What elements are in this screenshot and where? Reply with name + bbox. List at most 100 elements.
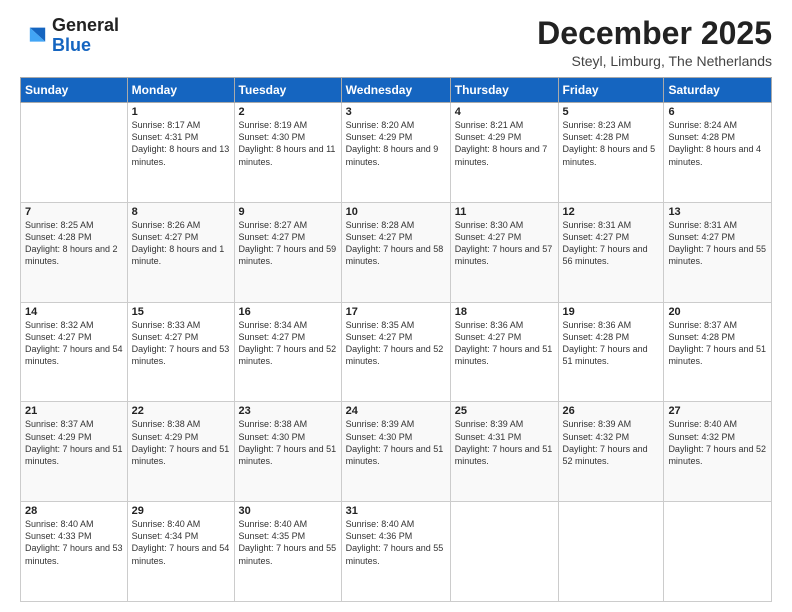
day-info: Sunrise: 8:31 AMSunset: 4:27 PMDaylight:… (668, 219, 767, 268)
day-info: Sunrise: 8:26 AMSunset: 4:27 PMDaylight:… (132, 219, 230, 268)
day-number: 7 (25, 206, 123, 218)
col-friday: Friday (558, 78, 664, 103)
day-number: 12 (563, 206, 660, 218)
calendar-cell: 31Sunrise: 8:40 AMSunset: 4:36 PMDayligh… (341, 502, 450, 602)
col-thursday: Thursday (450, 78, 558, 103)
day-number: 1 (132, 106, 230, 118)
calendar-cell: 23Sunrise: 8:38 AMSunset: 4:30 PMDayligh… (234, 402, 341, 502)
day-info: Sunrise: 8:40 AMSunset: 4:36 PMDaylight:… (346, 518, 446, 567)
day-number: 23 (239, 405, 337, 417)
day-info: Sunrise: 8:17 AMSunset: 4:31 PMDaylight:… (132, 119, 230, 168)
logo-general: General (52, 15, 119, 35)
calendar-cell: 18Sunrise: 8:36 AMSunset: 4:27 PMDayligh… (450, 302, 558, 402)
day-info: Sunrise: 8:34 AMSunset: 4:27 PMDaylight:… (239, 319, 337, 368)
calendar-cell: 15Sunrise: 8:33 AMSunset: 4:27 PMDayligh… (127, 302, 234, 402)
page-header: General Blue December 2025 Steyl, Limbur… (20, 16, 772, 69)
day-info: Sunrise: 8:31 AMSunset: 4:27 PMDaylight:… (563, 219, 660, 268)
day-info: Sunrise: 8:36 AMSunset: 4:28 PMDaylight:… (563, 319, 660, 368)
calendar-week-row: 28Sunrise: 8:40 AMSunset: 4:33 PMDayligh… (21, 502, 772, 602)
day-info: Sunrise: 8:40 AMSunset: 4:34 PMDaylight:… (132, 518, 230, 567)
day-number: 9 (239, 206, 337, 218)
day-number: 30 (239, 505, 337, 517)
day-info: Sunrise: 8:33 AMSunset: 4:27 PMDaylight:… (132, 319, 230, 368)
day-number: 21 (25, 405, 123, 417)
calendar-cell: 21Sunrise: 8:37 AMSunset: 4:29 PMDayligh… (21, 402, 128, 502)
calendar-cell: 12Sunrise: 8:31 AMSunset: 4:27 PMDayligh… (558, 202, 664, 302)
col-sunday: Sunday (21, 78, 128, 103)
calendar-cell: 26Sunrise: 8:39 AMSunset: 4:32 PMDayligh… (558, 402, 664, 502)
day-number: 19 (563, 306, 660, 318)
day-number: 22 (132, 405, 230, 417)
day-number: 29 (132, 505, 230, 517)
title-block: December 2025 Steyl, Limburg, The Nether… (537, 16, 772, 69)
day-number: 8 (132, 206, 230, 218)
calendar-cell: 13Sunrise: 8:31 AMSunset: 4:27 PMDayligh… (664, 202, 772, 302)
calendar-week-row: 14Sunrise: 8:32 AMSunset: 4:27 PMDayligh… (21, 302, 772, 402)
calendar-table: Sunday Monday Tuesday Wednesday Thursday… (20, 77, 772, 602)
day-info: Sunrise: 8:40 AMSunset: 4:32 PMDaylight:… (668, 418, 767, 467)
day-info: Sunrise: 8:35 AMSunset: 4:27 PMDaylight:… (346, 319, 446, 368)
col-saturday: Saturday (664, 78, 772, 103)
calendar-cell: 28Sunrise: 8:40 AMSunset: 4:33 PMDayligh… (21, 502, 128, 602)
calendar-cell: 16Sunrise: 8:34 AMSunset: 4:27 PMDayligh… (234, 302, 341, 402)
calendar-cell: 1Sunrise: 8:17 AMSunset: 4:31 PMDaylight… (127, 103, 234, 203)
calendar-cell: 22Sunrise: 8:38 AMSunset: 4:29 PMDayligh… (127, 402, 234, 502)
calendar-week-row: 21Sunrise: 8:37 AMSunset: 4:29 PMDayligh… (21, 402, 772, 502)
month-title: December 2025 (537, 16, 772, 51)
logo-text: General Blue (52, 16, 119, 56)
day-info: Sunrise: 8:23 AMSunset: 4:28 PMDaylight:… (563, 119, 660, 168)
calendar-cell (21, 103, 128, 203)
day-number: 26 (563, 405, 660, 417)
day-info: Sunrise: 8:24 AMSunset: 4:28 PMDaylight:… (668, 119, 767, 168)
day-number: 6 (668, 106, 767, 118)
location-subtitle: Steyl, Limburg, The Netherlands (537, 53, 772, 69)
day-info: Sunrise: 8:39 AMSunset: 4:31 PMDaylight:… (455, 418, 554, 467)
calendar-cell: 19Sunrise: 8:36 AMSunset: 4:28 PMDayligh… (558, 302, 664, 402)
day-number: 16 (239, 306, 337, 318)
calendar-cell: 5Sunrise: 8:23 AMSunset: 4:28 PMDaylight… (558, 103, 664, 203)
calendar-cell: 7Sunrise: 8:25 AMSunset: 4:28 PMDaylight… (21, 202, 128, 302)
day-number: 2 (239, 106, 337, 118)
day-number: 4 (455, 106, 554, 118)
day-number: 18 (455, 306, 554, 318)
calendar-cell: 4Sunrise: 8:21 AMSunset: 4:29 PMDaylight… (450, 103, 558, 203)
day-info: Sunrise: 8:40 AMSunset: 4:35 PMDaylight:… (239, 518, 337, 567)
day-number: 25 (455, 405, 554, 417)
day-info: Sunrise: 8:39 AMSunset: 4:32 PMDaylight:… (563, 418, 660, 467)
calendar-cell (558, 502, 664, 602)
calendar-cell: 2Sunrise: 8:19 AMSunset: 4:30 PMDaylight… (234, 103, 341, 203)
day-info: Sunrise: 8:38 AMSunset: 4:29 PMDaylight:… (132, 418, 230, 467)
day-info: Sunrise: 8:20 AMSunset: 4:29 PMDaylight:… (346, 119, 446, 168)
day-info: Sunrise: 8:19 AMSunset: 4:30 PMDaylight:… (239, 119, 337, 168)
day-info: Sunrise: 8:37 AMSunset: 4:29 PMDaylight:… (25, 418, 123, 467)
calendar-week-row: 7Sunrise: 8:25 AMSunset: 4:28 PMDaylight… (21, 202, 772, 302)
calendar-cell: 20Sunrise: 8:37 AMSunset: 4:28 PMDayligh… (664, 302, 772, 402)
logo-blue: Blue (52, 35, 91, 55)
day-number: 11 (455, 206, 554, 218)
day-number: 5 (563, 106, 660, 118)
calendar-cell: 29Sunrise: 8:40 AMSunset: 4:34 PMDayligh… (127, 502, 234, 602)
day-number: 27 (668, 405, 767, 417)
calendar-cell (450, 502, 558, 602)
day-info: Sunrise: 8:32 AMSunset: 4:27 PMDaylight:… (25, 319, 123, 368)
calendar-page: General Blue December 2025 Steyl, Limbur… (0, 0, 792, 612)
calendar-cell: 11Sunrise: 8:30 AMSunset: 4:27 PMDayligh… (450, 202, 558, 302)
calendar-cell: 30Sunrise: 8:40 AMSunset: 4:35 PMDayligh… (234, 502, 341, 602)
day-info: Sunrise: 8:27 AMSunset: 4:27 PMDaylight:… (239, 219, 337, 268)
day-number: 28 (25, 505, 123, 517)
calendar-cell: 8Sunrise: 8:26 AMSunset: 4:27 PMDaylight… (127, 202, 234, 302)
calendar-cell: 27Sunrise: 8:40 AMSunset: 4:32 PMDayligh… (664, 402, 772, 502)
day-number: 24 (346, 405, 446, 417)
calendar-header-row: Sunday Monday Tuesday Wednesday Thursday… (21, 78, 772, 103)
logo-icon (20, 22, 48, 50)
day-info: Sunrise: 8:38 AMSunset: 4:30 PMDaylight:… (239, 418, 337, 467)
day-info: Sunrise: 8:21 AMSunset: 4:29 PMDaylight:… (455, 119, 554, 168)
calendar-cell: 17Sunrise: 8:35 AMSunset: 4:27 PMDayligh… (341, 302, 450, 402)
col-monday: Monday (127, 78, 234, 103)
day-info: Sunrise: 8:36 AMSunset: 4:27 PMDaylight:… (455, 319, 554, 368)
day-info: Sunrise: 8:37 AMSunset: 4:28 PMDaylight:… (668, 319, 767, 368)
day-number: 20 (668, 306, 767, 318)
calendar-cell: 14Sunrise: 8:32 AMSunset: 4:27 PMDayligh… (21, 302, 128, 402)
day-number: 15 (132, 306, 230, 318)
day-info: Sunrise: 8:39 AMSunset: 4:30 PMDaylight:… (346, 418, 446, 467)
